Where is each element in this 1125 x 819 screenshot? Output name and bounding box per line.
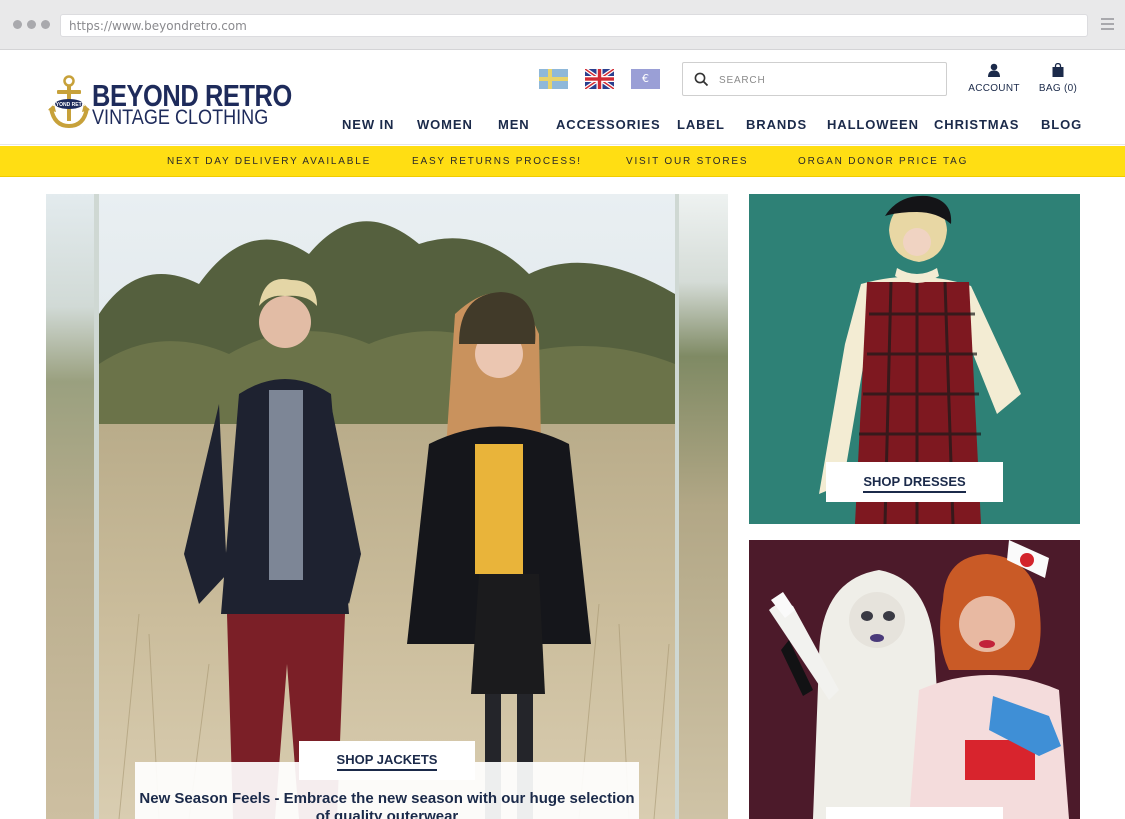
window-dot[interactable]	[13, 20, 22, 29]
address-bar-url: https://www.beyondretro.com	[69, 19, 247, 33]
shop-dresses-button[interactable]: SHOP DRESSES	[826, 462, 1003, 502]
region-selector: €	[539, 69, 660, 89]
promo-visit-stores[interactable]: VISIT OUR STORES	[626, 156, 748, 167]
hero-photo	[99, 194, 675, 819]
browser-chrome: https://www.beyondretro.com	[0, 0, 1125, 50]
nav-item-women[interactable]: WOMEN	[417, 117, 473, 132]
nav-item-halloween[interactable]: HALLOWEEN	[827, 117, 919, 132]
account-link[interactable]: ACCOUNT	[966, 63, 1022, 94]
hero-image[interactable]	[99, 194, 675, 819]
shop-jackets-label: SHOP JACKETS	[336, 752, 438, 771]
promo-next-day-delivery[interactable]: NEXT DAY DELIVERY AVAILABLE	[167, 156, 371, 167]
site-header: BEYOND RETRO BEYOND RETRO VINTAGE CLOTHI…	[0, 51, 1125, 145]
search-icon[interactable]	[694, 72, 709, 87]
user-icon	[988, 63, 1000, 77]
shopping-bag-icon	[1052, 63, 1064, 77]
carousel-prev-slide[interactable]	[46, 194, 94, 819]
halloween-photo	[749, 540, 1080, 819]
address-bar[interactable]: https://www.beyondretro.com	[60, 14, 1088, 37]
account-label: ACCOUNT	[968, 83, 1020, 94]
browser-menu-icon[interactable]	[1101, 18, 1114, 30]
nav-item-new-in[interactable]: NEW IN	[342, 117, 394, 132]
sweden-flag-icon[interactable]	[539, 69, 568, 89]
hero-caption: New Season Feels - Embrace the new seaso…	[139, 790, 635, 819]
search-input[interactable]	[719, 71, 929, 89]
hero-carousel[interactable]: New Season Feels - Embrace the new seaso…	[46, 194, 728, 819]
window-controls	[13, 20, 50, 29]
carousel-next-slide[interactable]	[679, 194, 728, 819]
nav-item-blog[interactable]: BLOG	[1041, 117, 1082, 132]
euro-currency-icon[interactable]: €	[631, 69, 660, 89]
promo-banner: NEXT DAY DELIVERY AVAILABLE EASY RETURNS…	[0, 146, 1125, 177]
logo-badge-text: BEYOND RETRO	[49, 102, 89, 108]
bag-label: BAG (0)	[1038, 83, 1078, 94]
bag-link[interactable]: BAG (0)	[1036, 63, 1080, 94]
uk-flag-icon[interactable]	[585, 69, 614, 89]
shop-jackets-button[interactable]: SHOP JACKETS	[299, 741, 475, 780]
nav-item-accessories[interactable]: ACCESSORIES	[556, 117, 661, 132]
window-dot[interactable]	[27, 20, 36, 29]
nav-item-brands[interactable]: BRANDS	[746, 117, 807, 132]
promo-easy-returns[interactable]: EASY RETURNS PROCESS!	[412, 156, 582, 167]
promo-organ-donor[interactable]: ORGAN DONOR PRICE TAG	[798, 156, 968, 167]
halloween-promo-tile[interactable]	[749, 540, 1080, 819]
nav-item-men[interactable]: MEN	[498, 117, 530, 132]
shop-dresses-label: SHOP DRESSES	[863, 474, 966, 493]
shop-halloween-button[interactable]	[826, 807, 1003, 819]
main-navigation: NEW IN WOMEN MEN ACCESSORIES LABEL BRAND…	[0, 117, 1125, 135]
search-box	[682, 62, 947, 96]
window-dot[interactable]	[41, 20, 50, 29]
dresses-promo-tile[interactable]: SHOP DRESSES	[749, 194, 1080, 524]
nav-item-label[interactable]: LABEL	[677, 117, 725, 132]
nav-item-christmas[interactable]: CHRISTMAS	[934, 117, 1019, 132]
